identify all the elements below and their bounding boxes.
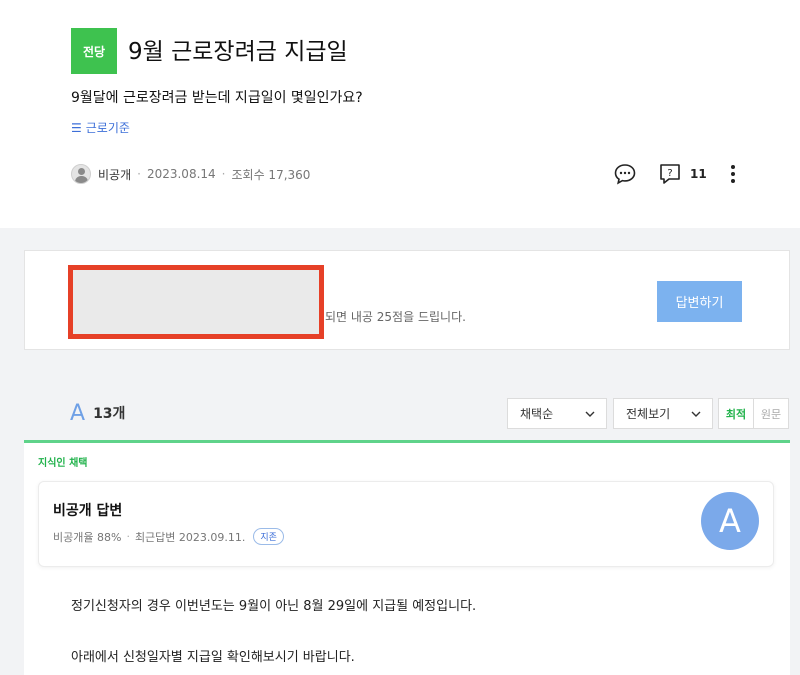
answer-list-header: A 13개 — [70, 399, 125, 427]
answer-count: 11 — [690, 167, 707, 181]
question-section: 전당 9월 근로장려금 지급일 9월달에 근로장려금 받는데 지급일이 몇일인가… — [0, 0, 800, 228]
more-options-icon[interactable] — [729, 163, 737, 185]
sort-best-button[interactable]: 최적 — [719, 399, 754, 428]
sort-select-value: 채택순 — [520, 407, 554, 421]
question-meta: 비공개 · 2023.08.14 · 조회수 17,360 — [71, 163, 310, 185]
answer-question-icon[interactable]: ? — [658, 162, 682, 186]
answerer-profile: 비공개 답변 비공개율 88% · 최근답변 2023.09.11. 지존 A — [38, 481, 774, 567]
answer-total: 13개 — [93, 406, 126, 422]
rank-badge: 지존 — [253, 528, 284, 545]
redacted-region — [68, 265, 324, 339]
separator: · — [221, 167, 226, 181]
answer-paragraph: 정기신청자의 경우 이번년도는 9월이 아닌 8월 29일에 지급될 예정입니다… — [71, 599, 477, 614]
sort-original-button[interactable]: 원문 — [754, 399, 788, 428]
answer-paragraph: 아래에서 신청일자별 지급일 확인해보시기 바랍니다. — [71, 650, 355, 665]
chevron-down-icon — [585, 411, 595, 417]
answerer-avatar[interactable]: A — [701, 492, 759, 550]
sort-toggle-group: 최적 원문 — [718, 398, 789, 429]
question-title: 9월 근로장려금 지급일 — [128, 39, 348, 65]
comment-icon[interactable] — [612, 161, 638, 187]
answerer-name[interactable]: 비공개 답변 — [53, 500, 122, 520]
filter-select[interactable]: 전체보기 — [613, 398, 713, 429]
invite-text: 되면 내공 25점을 드립니다. — [325, 310, 466, 324]
list-icon: ☰ — [71, 121, 82, 135]
category-tag-link[interactable]: ☰ 근로기준 — [71, 119, 130, 136]
question-body: 9월달에 근로장려금 받는데 지급일이 몇일인가요? — [71, 90, 363, 106]
sort-select[interactable]: 채택순 — [507, 398, 607, 429]
separator: · — [126, 530, 130, 543]
chevron-down-icon — [691, 411, 701, 417]
write-answer-button[interactable]: 답변하기 — [657, 281, 742, 322]
view-count: 조회수 17,360 — [231, 167, 311, 182]
author-name: 비공개 — [98, 167, 132, 182]
question-date: 2023.08.14 — [146, 167, 216, 181]
category-tag-label: 근로기준 — [85, 121, 130, 135]
separator: · — [137, 167, 141, 181]
answerer-stats: 비공개율 88% · 최근답변 2023.09.11. 지존 — [53, 528, 284, 545]
category-badge: 전당 — [71, 28, 117, 74]
filter-select-value: 전체보기 — [626, 407, 671, 421]
adopted-answer-card: 지식인 채택 비공개 답변 비공개율 88% · 최근답변 2023.09.11… — [24, 440, 790, 675]
adopted-label: 지식인 채택 — [38, 458, 88, 469]
answer-invite-box: 되면 내공 25점을 드립니다. 답변하기 — [24, 250, 790, 350]
recent-answer-date: 최근답변 2023.09.11. — [134, 530, 246, 544]
svg-text:?: ? — [667, 168, 672, 179]
adoption-rate: 비공개율 88% — [53, 530, 122, 544]
answer-logo: A — [70, 400, 86, 426]
avatar — [71, 164, 91, 184]
question-actions: ? 11 — [612, 161, 737, 187]
